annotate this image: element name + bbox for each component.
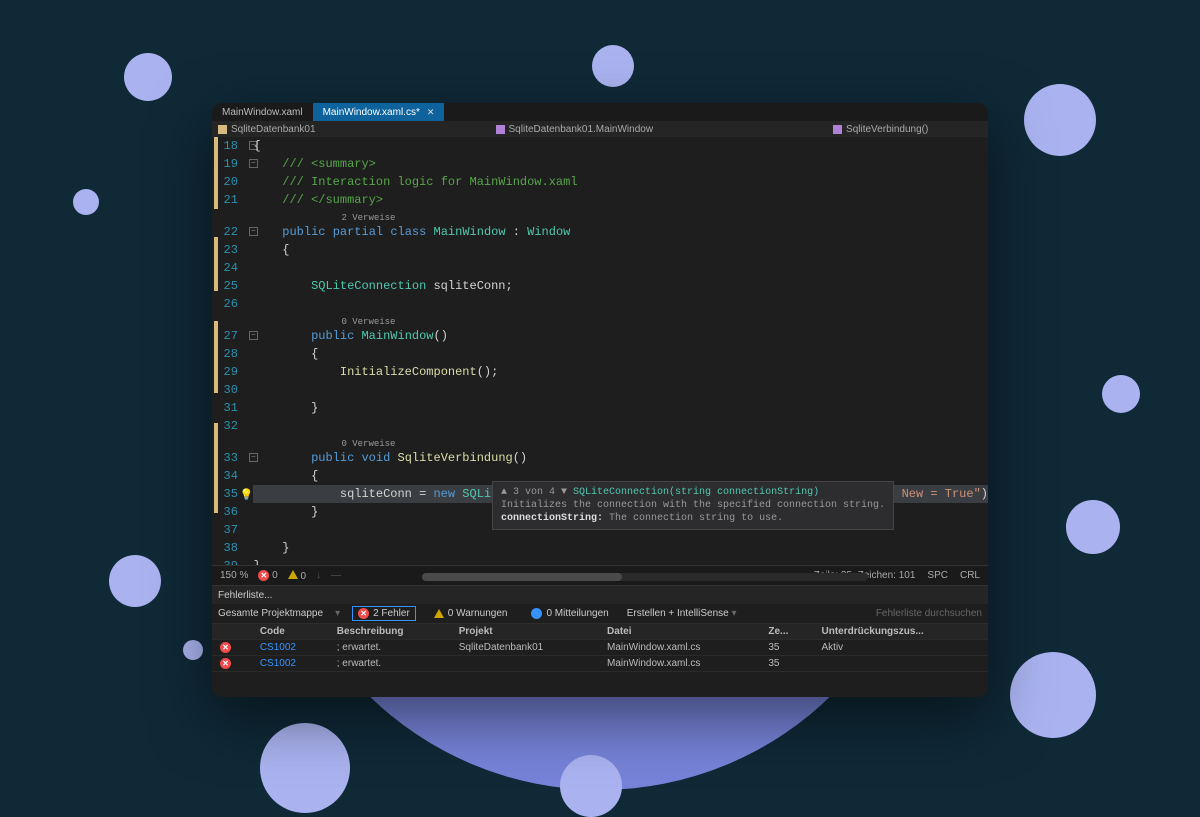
error-table: CodeBeschreibungProjektDateiZe...Unterdr… [212, 624, 988, 672]
line-ending[interactable]: CRL [960, 570, 980, 581]
error-icon: ✕ [220, 642, 231, 653]
error-icon: ✕ [358, 608, 369, 619]
breadcrumb-bar: SqliteDatenbank01 SqliteDatenbank01.Main… [212, 121, 988, 137]
param-description: Initializes the connection with the spec… [501, 499, 885, 512]
codelens-references[interactable]: 0 Verweise [253, 435, 988, 449]
code-line[interactable]: { [253, 241, 988, 259]
decoration [124, 53, 172, 101]
column-header[interactable]: Code [252, 624, 329, 640]
code-line[interactable]: InitializeComponent(); [253, 363, 988, 381]
decoration [592, 45, 634, 87]
method-icon [833, 125, 842, 134]
messages-filter[interactable]: 0 Mitteilungen [525, 606, 614, 621]
error-row[interactable]: ✕CS1002; erwartet.MainWindow.xaml.cs35 [212, 656, 988, 672]
decoration [1010, 652, 1096, 738]
decoration [109, 555, 161, 607]
panel-title[interactable]: Fehlerliste... [212, 586, 988, 604]
errors-filter[interactable]: ✕2 Fehler [352, 606, 416, 621]
parameter-info-tooltip: ▲ 3 von 4 ▼ SQLiteConnection(string conn… [492, 481, 894, 530]
decoration [1024, 84, 1096, 156]
code-line[interactable]: } [253, 539, 988, 557]
param-nav[interactable]: ▲ 3 von 4 ▼ [501, 487, 567, 498]
code-line[interactable] [253, 417, 988, 435]
warning-icon [434, 609, 444, 618]
warning-icon [288, 570, 298, 579]
code-line[interactable]: /// </summary> [253, 191, 988, 209]
code-line[interactable]: public void SqliteVerbindung() [253, 449, 988, 467]
build-filter[interactable]: Erstellen + IntelliSense ▾ [627, 608, 737, 619]
ide-window: MainWindow.xamlMainWindow.xaml.cs*✕ Sqli… [212, 103, 988, 697]
zoom-level[interactable]: 150 % [220, 570, 248, 581]
code-line[interactable]: { [253, 345, 988, 363]
decoration [183, 640, 203, 660]
code-line[interactable]: public partial class MainWindow : Window [253, 223, 988, 241]
breadcrumb-method[interactable]: SqliteVerbindung() [833, 124, 928, 135]
breadcrumb-label: SqliteDatenbank01 [231, 124, 316, 135]
breadcrumb-namespace[interactable]: SqliteDatenbank01 [218, 124, 316, 135]
warning-indicator[interactable]: 0 [288, 570, 306, 582]
namespace-icon [218, 125, 227, 134]
change-margin [212, 137, 217, 589]
column-header[interactable]: Datei [599, 624, 760, 640]
error-row[interactable]: ✕CS1002; erwartet.SqliteDatenbank01MainW… [212, 640, 988, 656]
code-line[interactable] [253, 259, 988, 277]
info-icon [531, 608, 542, 619]
column-header[interactable]: Ze... [760, 624, 813, 640]
error-list-panel: Fehlerliste... Gesamte Projektmappe▾ ✕2 … [212, 585, 988, 697]
decoration [1102, 375, 1140, 413]
error-search-input[interactable]: Fehlerliste durchsuchen [876, 608, 982, 619]
breadcrumb-label: SqliteVerbindung() [846, 124, 928, 135]
decoration [73, 189, 99, 215]
indent-mode[interactable]: SPC [927, 570, 948, 581]
scope-dropdown[interactable]: Gesamte Projektmappe [218, 608, 323, 619]
code-line[interactable]: public MainWindow() [253, 327, 988, 345]
error-icon: ✕ [220, 658, 231, 669]
code-line[interactable] [253, 381, 988, 399]
breadcrumb-label: SqliteDatenbank01.MainWindow [509, 124, 654, 135]
codelens-references[interactable]: 0 Verweise [253, 313, 988, 327]
code-line[interactable]: SQLiteConnection sqliteConn; [253, 277, 988, 295]
class-icon [496, 125, 505, 134]
param-signature: SQLiteConnection(string connectionString… [573, 487, 819, 498]
close-icon[interactable]: ✕ [427, 107, 435, 118]
code-line[interactable] [253, 295, 988, 313]
column-header[interactable] [212, 624, 252, 640]
line-numbers: 1819202122232425262728293031323334353637… [217, 137, 248, 589]
code-line[interactable]: } [253, 399, 988, 417]
decoration [1066, 500, 1120, 554]
column-header[interactable]: Projekt [451, 624, 599, 640]
column-header[interactable]: Unterdrückungszus... [814, 624, 989, 640]
code-editor[interactable]: 1819202122232425262728293031323334353637… [212, 137, 988, 589]
breadcrumb-class[interactable]: SqliteDatenbank01.MainWindow [496, 124, 654, 135]
document-tab[interactable]: MainWindow.xaml.cs*✕ [313, 103, 445, 121]
column-header[interactable]: Beschreibung [329, 624, 451, 640]
decoration [560, 755, 622, 817]
document-tabs: MainWindow.xamlMainWindow.xaml.cs*✕ [212, 103, 988, 121]
horizontal-scrollbar[interactable] [422, 573, 868, 583]
param-detail: The connection string to use. [609, 513, 783, 524]
codelens-references[interactable]: 2 Verweise [253, 209, 988, 223]
document-tab[interactable]: MainWindow.xaml [212, 103, 313, 121]
warnings-filter[interactable]: 0 Warnungen [428, 606, 514, 621]
code-line[interactable]: /// <summary> [253, 155, 988, 173]
error-icon: ✕ [258, 570, 269, 581]
error-indicator[interactable]: ✕ 0 [258, 570, 277, 581]
lightbulb-icon[interactable]: 💡 [239, 487, 251, 499]
code-line[interactable]: { [253, 137, 988, 155]
param-name: connectionString: [501, 513, 603, 524]
code-line[interactable]: /// Interaction logic for MainWindow.xam… [253, 173, 988, 191]
